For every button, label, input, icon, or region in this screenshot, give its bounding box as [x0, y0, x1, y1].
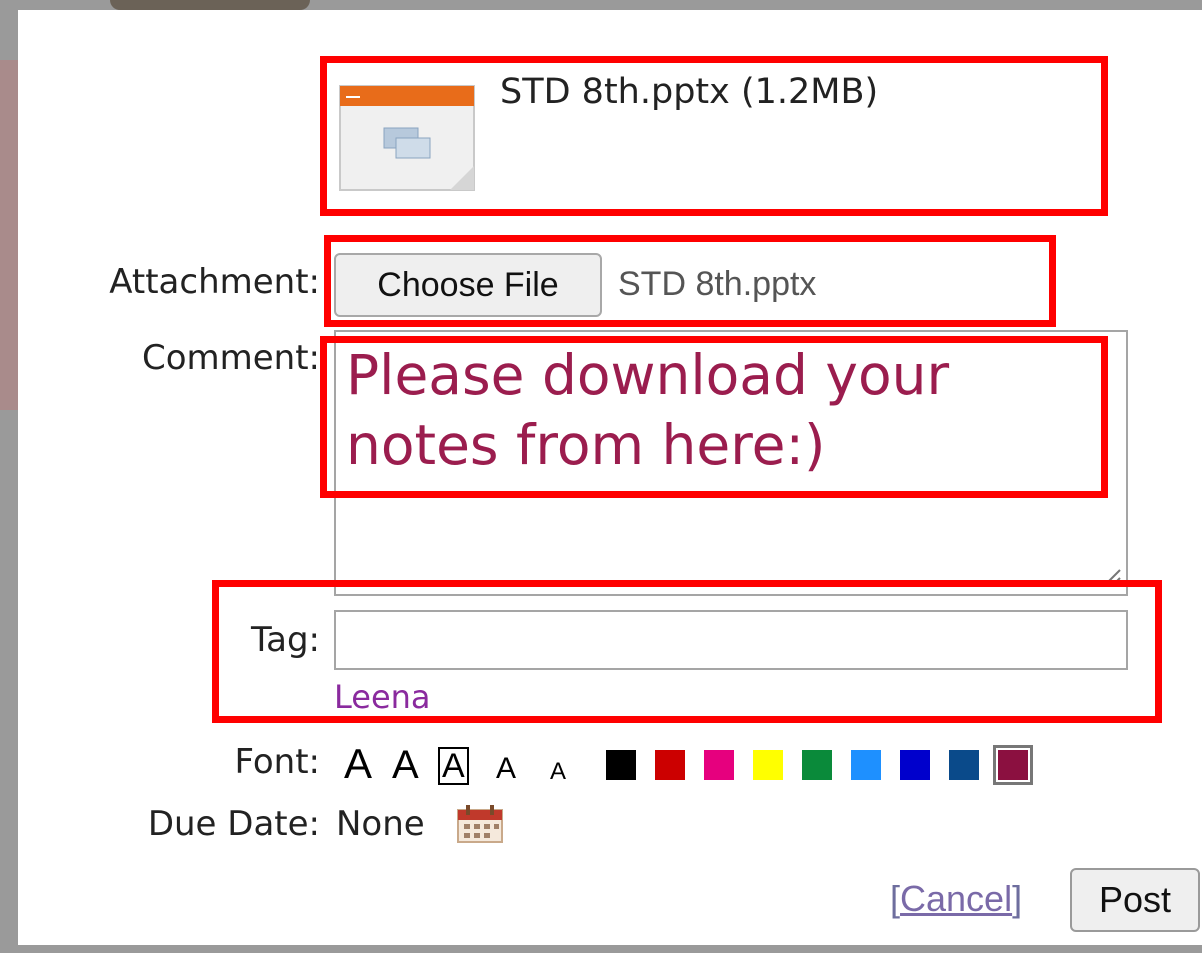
cancel-bracket-close: ]: [1012, 878, 1023, 919]
color-swatch[interactable]: [606, 750, 636, 780]
cancel-link[interactable]: [Cancel]: [890, 878, 1022, 920]
highlight-box-tag: [212, 580, 1162, 723]
color-swatch[interactable]: [802, 750, 832, 780]
font-bold-option[interactable]: A: [392, 745, 419, 785]
comment-label: Comment:: [141, 338, 320, 378]
cancel-label[interactable]: Cancel: [900, 878, 1012, 919]
background-shape: [110, 0, 310, 10]
attachment-label: Attachment:: [109, 262, 320, 302]
color-swatch[interactable]: [949, 750, 979, 780]
color-swatch[interactable]: [993, 745, 1033, 785]
highlight-box-attachment-preview: [320, 56, 1108, 216]
color-swatch[interactable]: [851, 750, 881, 780]
post-button[interactable]: Post: [1070, 868, 1200, 932]
font-medium-option[interactable]: A: [496, 754, 516, 784]
highlight-box-comment: [320, 336, 1108, 498]
post-dialog: STD 8th.pptx (1.2MB) Attachment: Choose …: [18, 10, 1202, 945]
color-swatch[interactable]: [900, 750, 930, 780]
color-swatch[interactable]: [753, 750, 783, 780]
font-outline-option[interactable]: A: [438, 747, 469, 785]
color-swatch[interactable]: [655, 750, 685, 780]
due-date-value: None: [336, 804, 425, 844]
font-large-option[interactable]: A: [344, 743, 372, 785]
highlight-box-attachment: [324, 235, 1056, 327]
calendar-icon[interactable]: [456, 804, 506, 844]
font-small-option[interactable]: A: [550, 760, 566, 784]
font-label: Font:: [234, 742, 320, 782]
cancel-bracket-open: [: [890, 878, 901, 919]
due-date-label: Due Date:: [147, 804, 320, 844]
color-swatch[interactable]: [704, 750, 734, 780]
background-strip: [0, 60, 18, 410]
